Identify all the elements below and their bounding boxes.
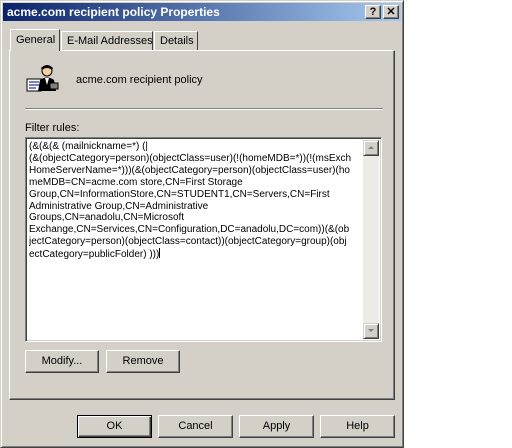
filter-line: Group,CN=InformationStore,CN=STUDENT1,CN… [29, 188, 330, 200]
remove-button[interactable]: Remove [106, 350, 180, 373]
modify-button[interactable]: Modify... [25, 350, 99, 373]
tab-details-label: Details [160, 35, 194, 47]
filter-rules-textbox[interactable]: (&(&(& (mailnickname=*) (| (&(objectCate… [25, 137, 382, 342]
policy-name: acme.com recipient policy [76, 74, 203, 86]
arrow-down-icon [368, 329, 374, 332]
title-bar[interactable]: acme.com recipient policy Properties ? ✕ [3, 3, 401, 21]
properties-dialog: acme.com recipient policy Properties ? ✕… [0, 0, 404, 448]
filter-line: Administrative Group,CN=Administrative [29, 200, 209, 212]
filter-line: jectCategory=person)(objectClass=contact… [29, 236, 347, 248]
filter-rules-label: Filter rules: [25, 122, 79, 134]
arrow-up-icon [368, 146, 374, 149]
cancel-button[interactable]: Cancel [158, 415, 233, 438]
filter-line: meMDB=CN=acme.com store,CN=First Storage [29, 176, 243, 188]
help-button[interactable]: Help [320, 415, 395, 438]
filter-line: (&(&(& (mailnickname=*) (| [29, 141, 149, 152]
help-title-button[interactable]: ? [365, 5, 381, 19]
filter-line: HomeServerName=*)))(&(objectCategory=per… [29, 164, 350, 176]
close-button[interactable]: ✕ [383, 5, 399, 19]
filter-line: Groups,CN=anadolu,CN=Microsoft [29, 212, 185, 224]
filter-line: (&(objectCategory=person)(objectClass=us… [29, 152, 352, 164]
separator [25, 108, 383, 110]
general-tab-panel: acme.com recipient policy Filter rules: … [9, 50, 395, 400]
filter-line: Exchange,CN=Services,CN=Configuration,DC… [29, 224, 350, 236]
filter-rules-label-text: Filter rules: [25, 122, 80, 134]
vertical-scrollbar[interactable] [363, 140, 379, 339]
recipient-policy-icon [26, 63, 60, 95]
apply-button[interactable]: Apply [239, 415, 314, 438]
tab-details[interactable]: Details [154, 31, 198, 50]
ok-button[interactable]: OK [77, 415, 152, 438]
window-title: acme.com recipient policy Properties [7, 5, 220, 19]
filter-line: ectCategory=publicFolder) ))) [29, 249, 160, 261]
scroll-up-button[interactable] [363, 140, 379, 156]
tab-general[interactable]: General [10, 29, 60, 51]
tab-general-label: General [16, 34, 56, 46]
text-caret [159, 248, 161, 259]
scroll-down-button[interactable] [363, 323, 379, 339]
tab-email-addresses-label: E-Mail Addresses [67, 35, 153, 47]
tab-email-addresses[interactable]: E-Mail Addresses [61, 31, 153, 50]
filter-rules-text[interactable]: (&(&(& (mailnickname=*) (| (&(objectCate… [29, 141, 363, 337]
